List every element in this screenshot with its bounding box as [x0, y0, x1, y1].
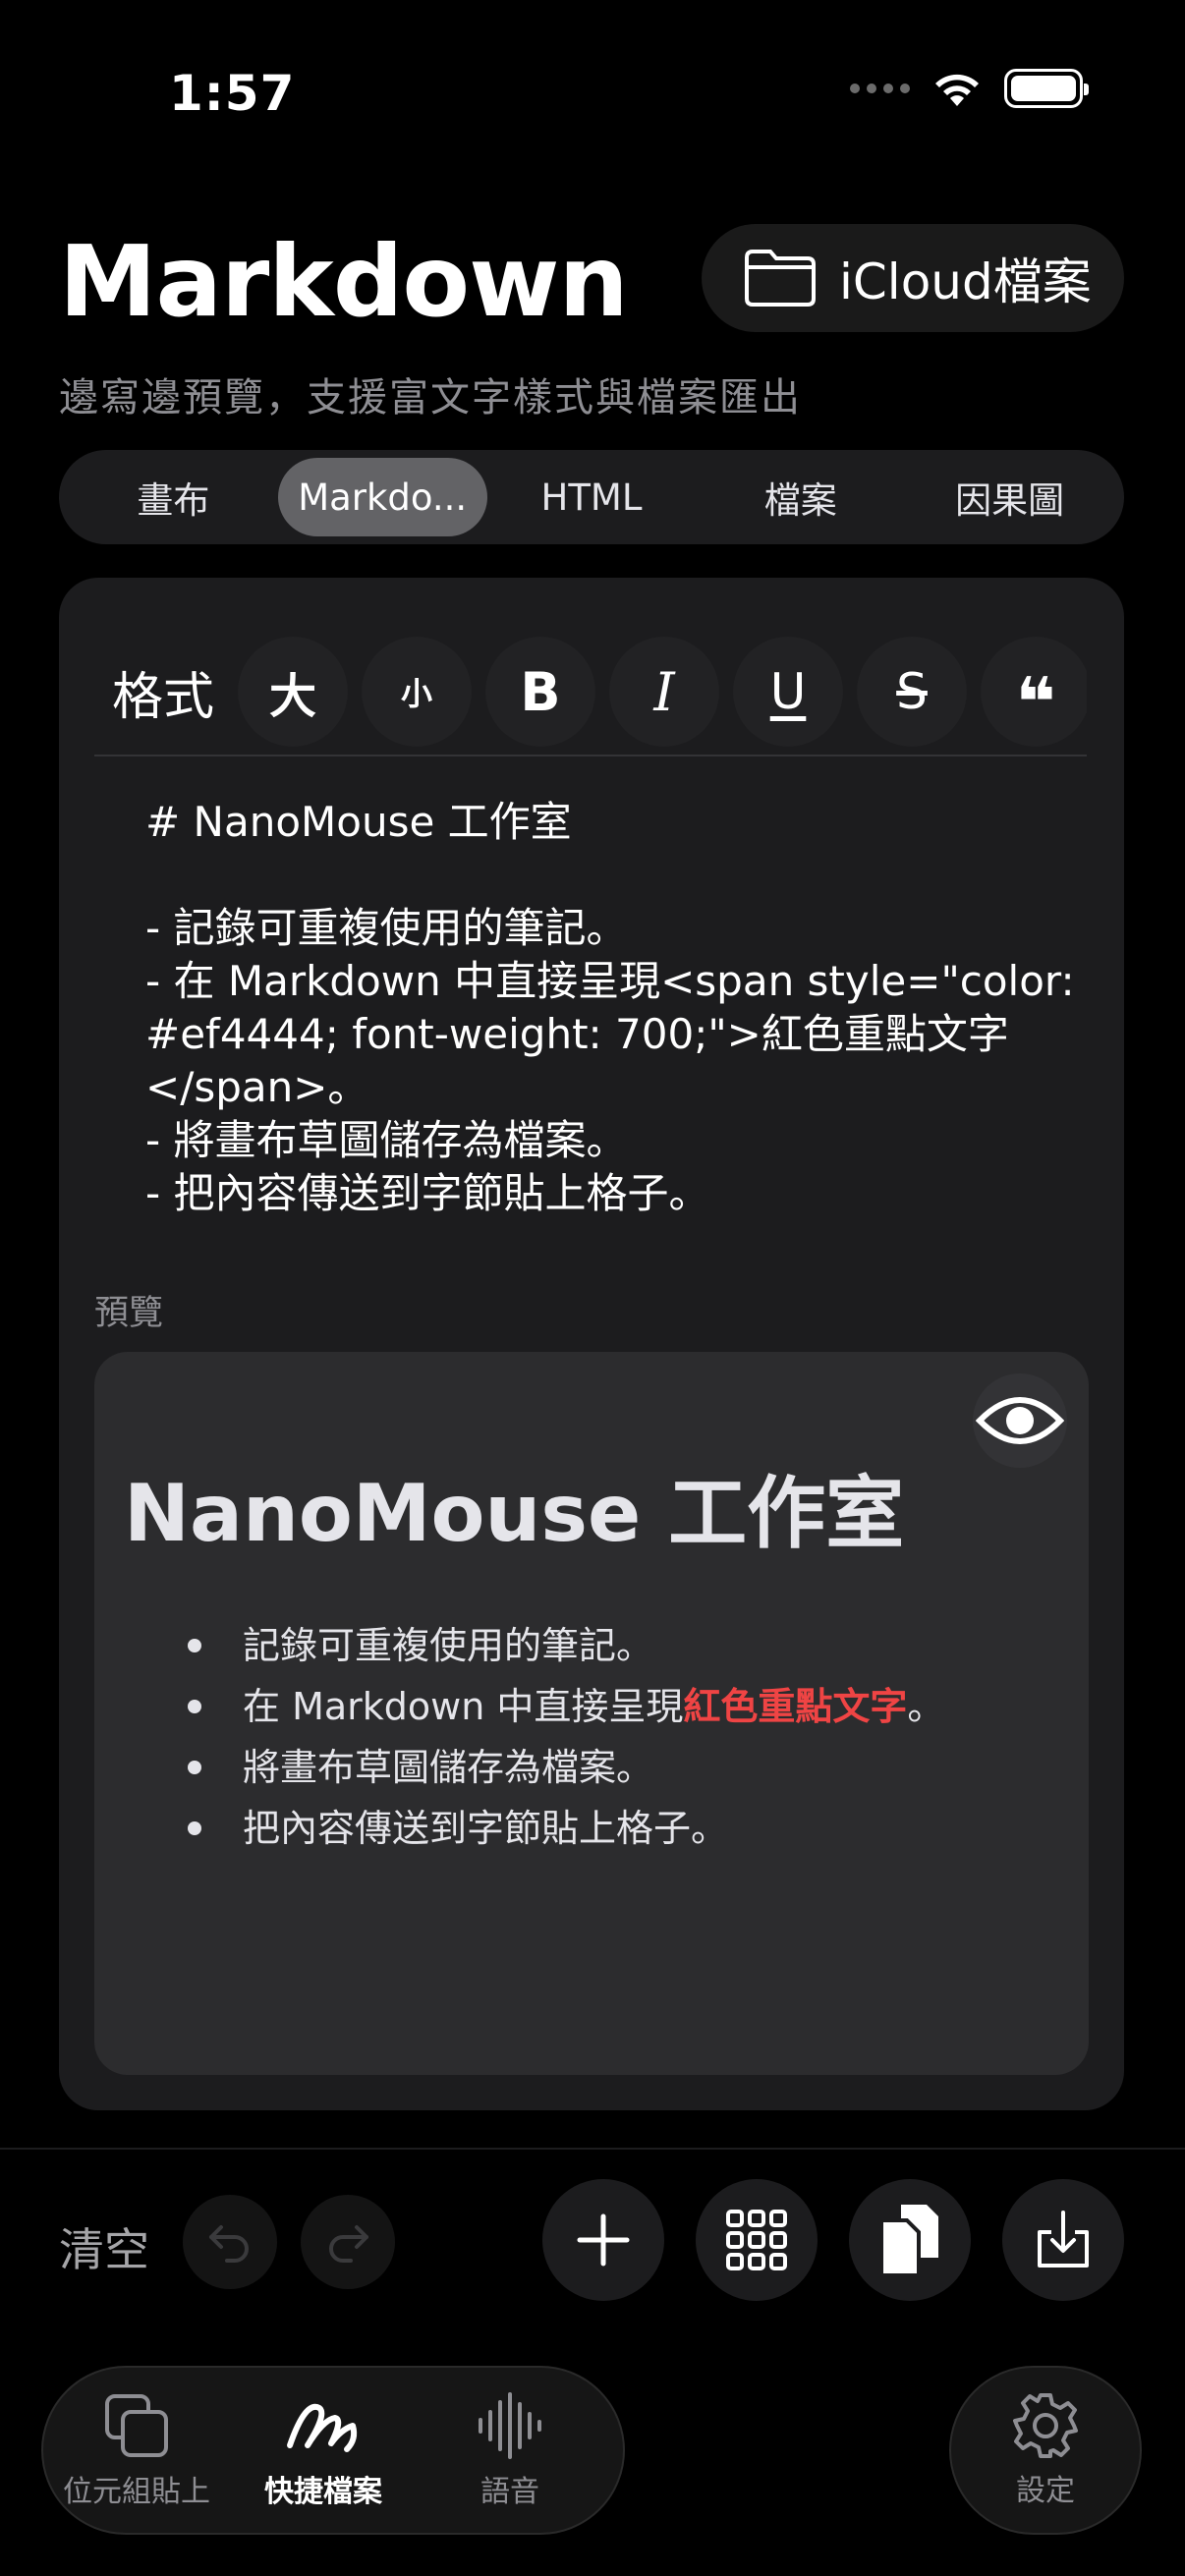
- preview-toggle-button[interactable]: [973, 1373, 1067, 1468]
- gear-icon: [1013, 2393, 1078, 2458]
- signal-dots-icon: [850, 84, 910, 93]
- preview-heading: NanoMouse 工作室: [124, 1468, 905, 1559]
- copy-squares-icon: [105, 2394, 168, 2457]
- strikethrough-icon: S: [896, 663, 928, 720]
- markdown-editor[interactable]: # NanoMouse 工作室 - 記錄可重複使用的筆記。 - 在 Markdo…: [145, 796, 1089, 1220]
- tab-byte-paste[interactable]: 位元組貼上: [43, 2390, 230, 2510]
- preview-panel: NanoMouse 工作室 記錄可重複使用的筆記。 在 Markdown 中直接…: [94, 1352, 1089, 2075]
- clear-button[interactable]: 清空: [59, 2214, 149, 2279]
- eye-icon: [976, 1397, 1064, 1444]
- tab-canvas[interactable]: 畫布: [69, 458, 278, 536]
- tab-causal-diagram[interactable]: 因果圖: [905, 458, 1114, 536]
- redo-button[interactable]: [301, 2195, 395, 2289]
- preview-label: 預覽: [94, 1294, 164, 1333]
- underline-icon: U: [769, 663, 807, 720]
- italic-icon: I: [653, 660, 675, 723]
- tab-html[interactable]: HTML: [487, 458, 697, 536]
- grid-icon: [726, 2210, 787, 2270]
- tab-markdown[interactable]: Markdo...: [277, 458, 487, 536]
- undo-icon: [209, 2225, 249, 2263]
- mode-tabs: 畫布 Markdo... HTML 檔案 因果圖: [59, 450, 1124, 544]
- add-button[interactable]: [542, 2179, 664, 2301]
- italic-button[interactable]: I: [609, 637, 720, 747]
- wifi-icon: [935, 74, 979, 106]
- list-item-text: 在 Markdown 中直接呈現: [243, 1685, 684, 1728]
- tab-voice[interactable]: 語音: [417, 2390, 603, 2510]
- quote-button[interactable]: ❝: [981, 637, 1087, 747]
- text-large-button[interactable]: 大: [238, 637, 349, 747]
- bold-icon: B: [520, 660, 561, 723]
- copy-button[interactable]: [849, 2179, 971, 2301]
- copy-icon: [879, 2205, 938, 2277]
- tab-quick-files-label: 快捷檔案: [264, 2475, 382, 2509]
- page-subtitle: 邊寫邊預覽，支援富文字樣式與檔案匯出: [59, 375, 802, 420]
- battery-icon: [1004, 69, 1089, 108]
- editor-card: 格式 大 小 B I U S ❝ # NanoMouse 工作室 - 記錄可重複…: [59, 578, 1124, 2110]
- highlight-text: 紅色重點文字: [683, 1685, 908, 1728]
- tab-files[interactable]: 檔案: [696, 458, 905, 536]
- tab-voice-label: 語音: [480, 2475, 539, 2509]
- icloud-files-button[interactable]: iCloud檔案: [702, 224, 1124, 332]
- grid-button[interactable]: [696, 2179, 818, 2301]
- icloud-files-label: iCloud檔案: [839, 253, 1092, 310]
- underline-button[interactable]: U: [733, 637, 844, 747]
- download-icon: [1038, 2211, 1089, 2268]
- list-item: 將畫布草圖儲存為檔案。: [188, 1737, 944, 1798]
- waveform-icon: [479, 2392, 541, 2459]
- tab-byte-paste-label: 位元組貼上: [63, 2475, 210, 2509]
- text-small-button[interactable]: 小: [362, 637, 473, 747]
- status-time: 1:57: [169, 65, 296, 122]
- redo-icon: [329, 2225, 368, 2263]
- status-icons: [850, 69, 1089, 108]
- scribble-icon: [287, 2403, 358, 2452]
- list-item-text: 。: [907, 1685, 945, 1728]
- tab-quick-files[interactable]: 快捷檔案: [230, 2390, 417, 2510]
- format-toolbar: 格式 大 小 B I U S ❝: [94, 637, 1087, 747]
- bottom-tab-bar: 位元組貼上 快捷檔案 語音: [41, 2366, 625, 2535]
- format-label: 格式: [112, 667, 215, 727]
- page-title: Markdown: [59, 224, 629, 339]
- text-large-icon: 大: [269, 669, 317, 724]
- toolbar-divider: [94, 755, 1087, 756]
- add-icon: [577, 2213, 630, 2267]
- list-item: 在 Markdown 中直接呈現紅色重點文字。: [188, 1676, 944, 1737]
- settings-label: 設定: [1016, 2474, 1075, 2508]
- download-button[interactable]: [1002, 2179, 1124, 2301]
- preview-list: 記錄可重複使用的筆記。 在 Markdown 中直接呈現紅色重點文字。 將畫布草…: [188, 1615, 944, 1859]
- list-item: 把內容傳送到字節貼上格子。: [188, 1798, 944, 1859]
- bold-button[interactable]: B: [485, 637, 596, 747]
- undo-button[interactable]: [183, 2195, 277, 2289]
- folder-icon: [745, 250, 816, 307]
- quote-icon: ❝: [1015, 662, 1056, 743]
- action-bar-divider: [0, 2148, 1185, 2150]
- strikethrough-button[interactable]: S: [857, 637, 968, 747]
- settings-button[interactable]: 設定: [949, 2366, 1142, 2535]
- list-item: 記錄可重複使用的筆記。: [188, 1615, 944, 1676]
- text-small-icon: 小: [401, 675, 433, 712]
